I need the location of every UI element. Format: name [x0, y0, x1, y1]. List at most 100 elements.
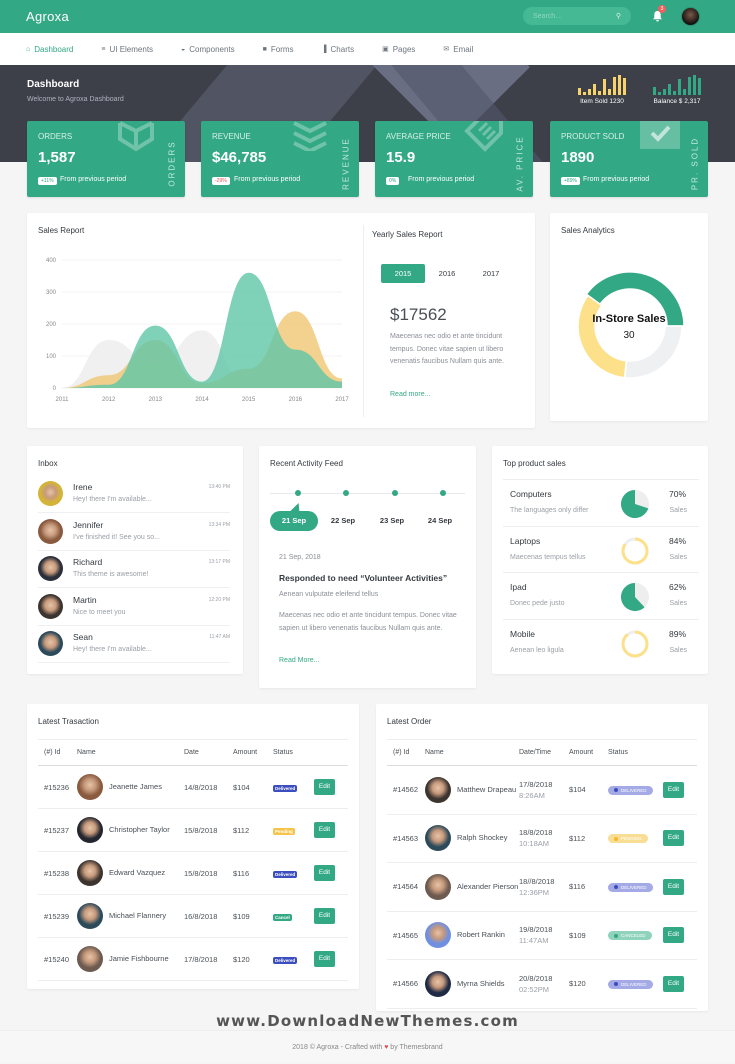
nav-item-ui-elements[interactable]: ≡ UI Elements — [101, 45, 153, 54]
edit-button[interactable]: Edit — [314, 822, 335, 838]
row-id: #15239 — [38, 894, 77, 938]
mini-bar — [593, 84, 596, 95]
edit-button[interactable]: Edit — [314, 908, 335, 924]
inbox-message[interactable]: Martin Nice to meet you 12:20 PM — [38, 589, 230, 626]
edit-button[interactable]: Edit — [663, 927, 684, 944]
product-desc: Aenean leo ligula — [510, 646, 564, 654]
mini-bar — [683, 89, 686, 95]
edit-button[interactable]: Edit — [663, 830, 684, 847]
table-row: #15236 Jeanette James 14/8/2018 $104 Deliver… — [38, 765, 348, 809]
mini-stat-label: Balance $ 2,317 — [653, 98, 701, 105]
message-time: 12:20 PM — [208, 596, 230, 603]
stat-card-average-price: AVERAGE PRICE 15.9 0% From previous peri… — [375, 121, 533, 197]
stat-side-label: ORDERS — [167, 140, 177, 187]
mini-bar — [688, 77, 691, 95]
inbox-message[interactable]: Sean Hey! there I'm available... 11:47 AM — [38, 626, 230, 663]
column-header: Amount — [233, 739, 273, 766]
column-header: (#) Id — [387, 739, 425, 766]
sales-report-card: Sales Report 0 100 200 300 400 2011 2012 2013 20… — [27, 213, 535, 428]
status-badge: Pending — [273, 827, 295, 835]
x-tick-label: 2017 — [335, 397, 349, 403]
sender-name: Irene — [73, 482, 93, 492]
read-more-link[interactable]: Read more... — [390, 391, 430, 398]
row-date-cell: 18//8/2018 12:36PM — [519, 862, 569, 912]
row-action-cell: Edit — [314, 937, 348, 981]
row-date-cell: 14/8/2018 — [184, 765, 233, 809]
y-tick-label: 300 — [46, 290, 57, 296]
row-status-cell: DELIVERED — [608, 959, 663, 1009]
product-percent: 62% — [668, 582, 686, 592]
read-more-link[interactable]: Read More... — [279, 657, 319, 664]
timeline-date[interactable]: 23 Sep — [368, 511, 416, 531]
edit-button[interactable]: Edit — [663, 781, 684, 798]
search-input[interactable]: Search... ⚲ — [523, 7, 631, 25]
mini-bar — [673, 91, 676, 95]
message-preview: Hey! there I'm available... — [73, 496, 152, 503]
timeline-date[interactable]: 21 Sep — [270, 511, 318, 531]
nav-label: Dashboard — [34, 44, 74, 54]
message-preview: This theme is awesome! — [73, 571, 149, 578]
product-desc: Maecenas tempus tellus — [510, 553, 586, 561]
nav-item-components[interactable]: ◒ Components — [181, 45, 235, 54]
timeline-dot[interactable] — [343, 490, 349, 496]
nav-item-pages[interactable]: ▣ Pages — [382, 45, 415, 54]
status-badge: DELIVERED — [608, 785, 653, 795]
edit-button[interactable]: Edit — [663, 975, 684, 992]
row-date-cell: 18/8/2018 10:18AM — [519, 814, 569, 863]
nav-item-email[interactable]: ✉ Email — [443, 45, 473, 54]
tab-2016[interactable]: 2016 — [425, 264, 469, 283]
timeline-dot[interactable] — [295, 490, 301, 496]
row-status-cell: CANCELED — [608, 911, 663, 960]
edit-button[interactable]: Edit — [663, 878, 684, 895]
sales-analytics-card: Sales Analytics In-Store Sales 30 — [550, 213, 708, 421]
timeline-dot[interactable] — [392, 490, 398, 496]
nav-item-forms[interactable]: ■ Forms — [263, 45, 294, 54]
row-status-cell: Delivered — [273, 851, 314, 895]
avatar — [77, 860, 103, 886]
edit-button[interactable]: Edit — [314, 951, 335, 967]
mini-bar — [613, 77, 616, 95]
avatar — [77, 903, 103, 929]
inbox-message[interactable]: Irene Hey! there I'm available... 13:40 PM — [38, 476, 230, 513]
app-logo[interactable]: Agroxa — [26, 9, 69, 24]
activity-subheading: Aenean vulputate eleifend tellus — [279, 591, 379, 598]
inbox-message[interactable]: Richard This theme is awesome! 13:17 PM — [38, 551, 230, 588]
tab-2017[interactable]: 2017 — [469, 264, 513, 283]
search-icon[interactable]: ⚲ — [616, 12, 621, 20]
row-name-cell: Michael Flannery — [77, 894, 184, 938]
stat-title: ORDERS — [38, 132, 73, 141]
activity-heading: Responded to need “Volunteer Activities” — [279, 573, 448, 583]
user-avatar[interactable] — [681, 7, 700, 26]
stat-side-label: REVENUE — [341, 137, 351, 190]
row-name: Jamie Fishbourne — [109, 953, 169, 963]
edit-button[interactable]: Edit — [314, 865, 335, 881]
row-action-cell: Edit — [663, 911, 697, 960]
sales-donut-chart — [577, 271, 685, 379]
nav-item-charts[interactable]: ▐ Charts — [322, 45, 355, 54]
avatar — [77, 774, 103, 800]
row-status-cell: DELIVERED — [608, 765, 663, 815]
tab-2015[interactable]: 2015 — [381, 264, 425, 283]
column-header: Amount — [569, 739, 608, 766]
stat-value: 1,587 — [38, 149, 76, 166]
x-tick-label: 2016 — [289, 397, 303, 403]
timeline-dot[interactable] — [440, 490, 446, 496]
inbox-message[interactable]: Jennifer I've finished it! See you so... 1… — [38, 514, 230, 551]
row-amount: $109 — [233, 894, 273, 938]
mini-stat-items-sold: Item Sold 1230 — [578, 75, 626, 105]
status-dot — [614, 982, 618, 986]
row-amount: $120 — [569, 959, 608, 1009]
status-text: DELIVERED — [621, 787, 647, 793]
nav-item-dashboard[interactable]: ⌂ Dashboard — [26, 45, 73, 54]
row-name-cell: Jamie Fishbourne — [77, 937, 184, 981]
column-header — [314, 739, 348, 766]
table-row: #14565 Robert Rankin 19/8/2018 11:47AM $109 C… — [387, 911, 697, 960]
timeline-date[interactable]: 24 Sep — [416, 511, 464, 531]
row-date-cell: 17/8/2018 8:26AM — [519, 765, 569, 815]
watermark: www.DownloadNewThemes.com — [216, 1012, 519, 1030]
timeline-date[interactable]: 22 Sep — [319, 511, 367, 531]
product-row: Computers The languages only differ 70% Sal… — [503, 479, 699, 525]
mini-bar — [578, 88, 581, 95]
stat-period: From previous period — [234, 176, 301, 183]
edit-button[interactable]: Edit — [314, 779, 335, 795]
